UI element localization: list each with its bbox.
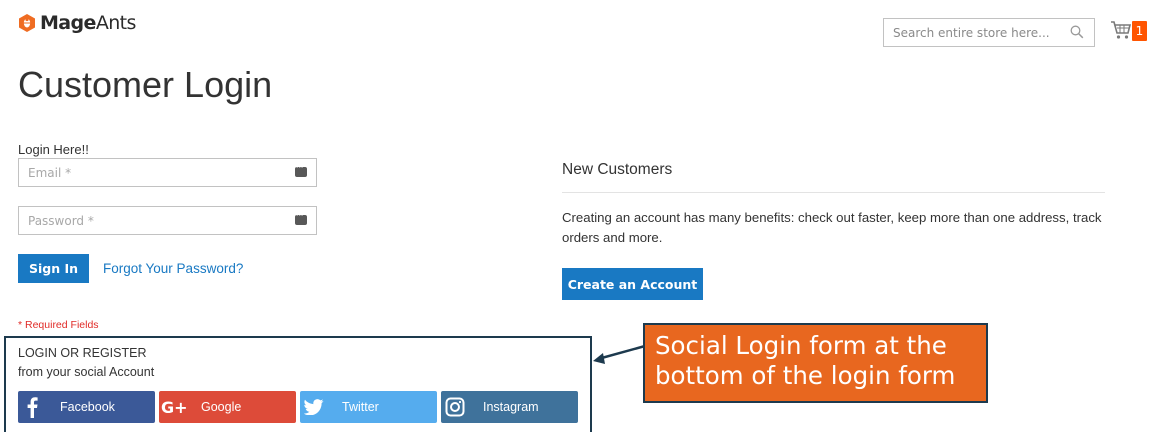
search-input[interactable]: [893, 25, 1063, 40]
email-field[interactable]: [18, 158, 317, 187]
facebook-login-button[interactable]: Facebook: [18, 391, 155, 423]
callout-line-1: Social Login form at the: [655, 331, 947, 360]
autofill-key-icon[interactable]: [295, 164, 307, 177]
instagram-label: Instagram: [483, 400, 539, 414]
new-customers-description: Creating an account has many benefits: c…: [562, 210, 1102, 245]
login-heading: Login Here!!: [18, 142, 89, 157]
instagram-icon: [441, 391, 469, 423]
cart-icon[interactable]: [1110, 19, 1132, 41]
logo-text: MageAnts: [40, 11, 136, 34]
twitter-login-button[interactable]: Twitter: [300, 391, 437, 423]
password-field[interactable]: [18, 206, 317, 235]
new-customers-title: New Customers: [562, 161, 673, 178]
twitter-label: Twitter: [342, 400, 379, 414]
password-input[interactable]: [19, 207, 279, 234]
annotation-callout: Social Login form at the bottom of the l…: [643, 323, 988, 403]
callout-line-2: bottom of the login form: [655, 361, 956, 390]
social-login-subtitle: from your social Account: [18, 365, 155, 379]
twitter-icon: [300, 391, 328, 423]
site-logo[interactable]: MageAnts: [17, 10, 136, 36]
social-login-title: LOGIN OR REGISTER: [18, 346, 147, 360]
logo-icon: [19, 14, 35, 32]
search-icon[interactable]: [1070, 25, 1084, 39]
annotation-arrow-icon: [593, 344, 646, 364]
create-account-button[interactable]: Create an Account: [562, 268, 703, 300]
svg-text:G+: G+: [161, 398, 187, 417]
google-login-button[interactable]: G+ Google: [159, 391, 296, 423]
facebook-label: Facebook: [60, 400, 115, 414]
section-divider: [562, 192, 1105, 193]
forgot-password-link[interactable]: Forgot Your Password?: [103, 261, 243, 276]
facebook-icon: [18, 391, 46, 423]
google-label: Google: [201, 400, 242, 414]
google-plus-icon: G+: [159, 391, 187, 423]
page-title: Customer Login: [18, 64, 273, 105]
cart-count-badge[interactable]: 1: [1132, 21, 1147, 41]
search-box[interactable]: [883, 18, 1095, 47]
autofill-key-icon[interactable]: [295, 212, 307, 225]
instagram-login-button[interactable]: Instagram: [441, 391, 578, 423]
sign-in-button[interactable]: Sign In: [18, 254, 89, 283]
email-input[interactable]: [19, 159, 279, 186]
required-fields-note: * Required Fields: [18, 319, 99, 331]
